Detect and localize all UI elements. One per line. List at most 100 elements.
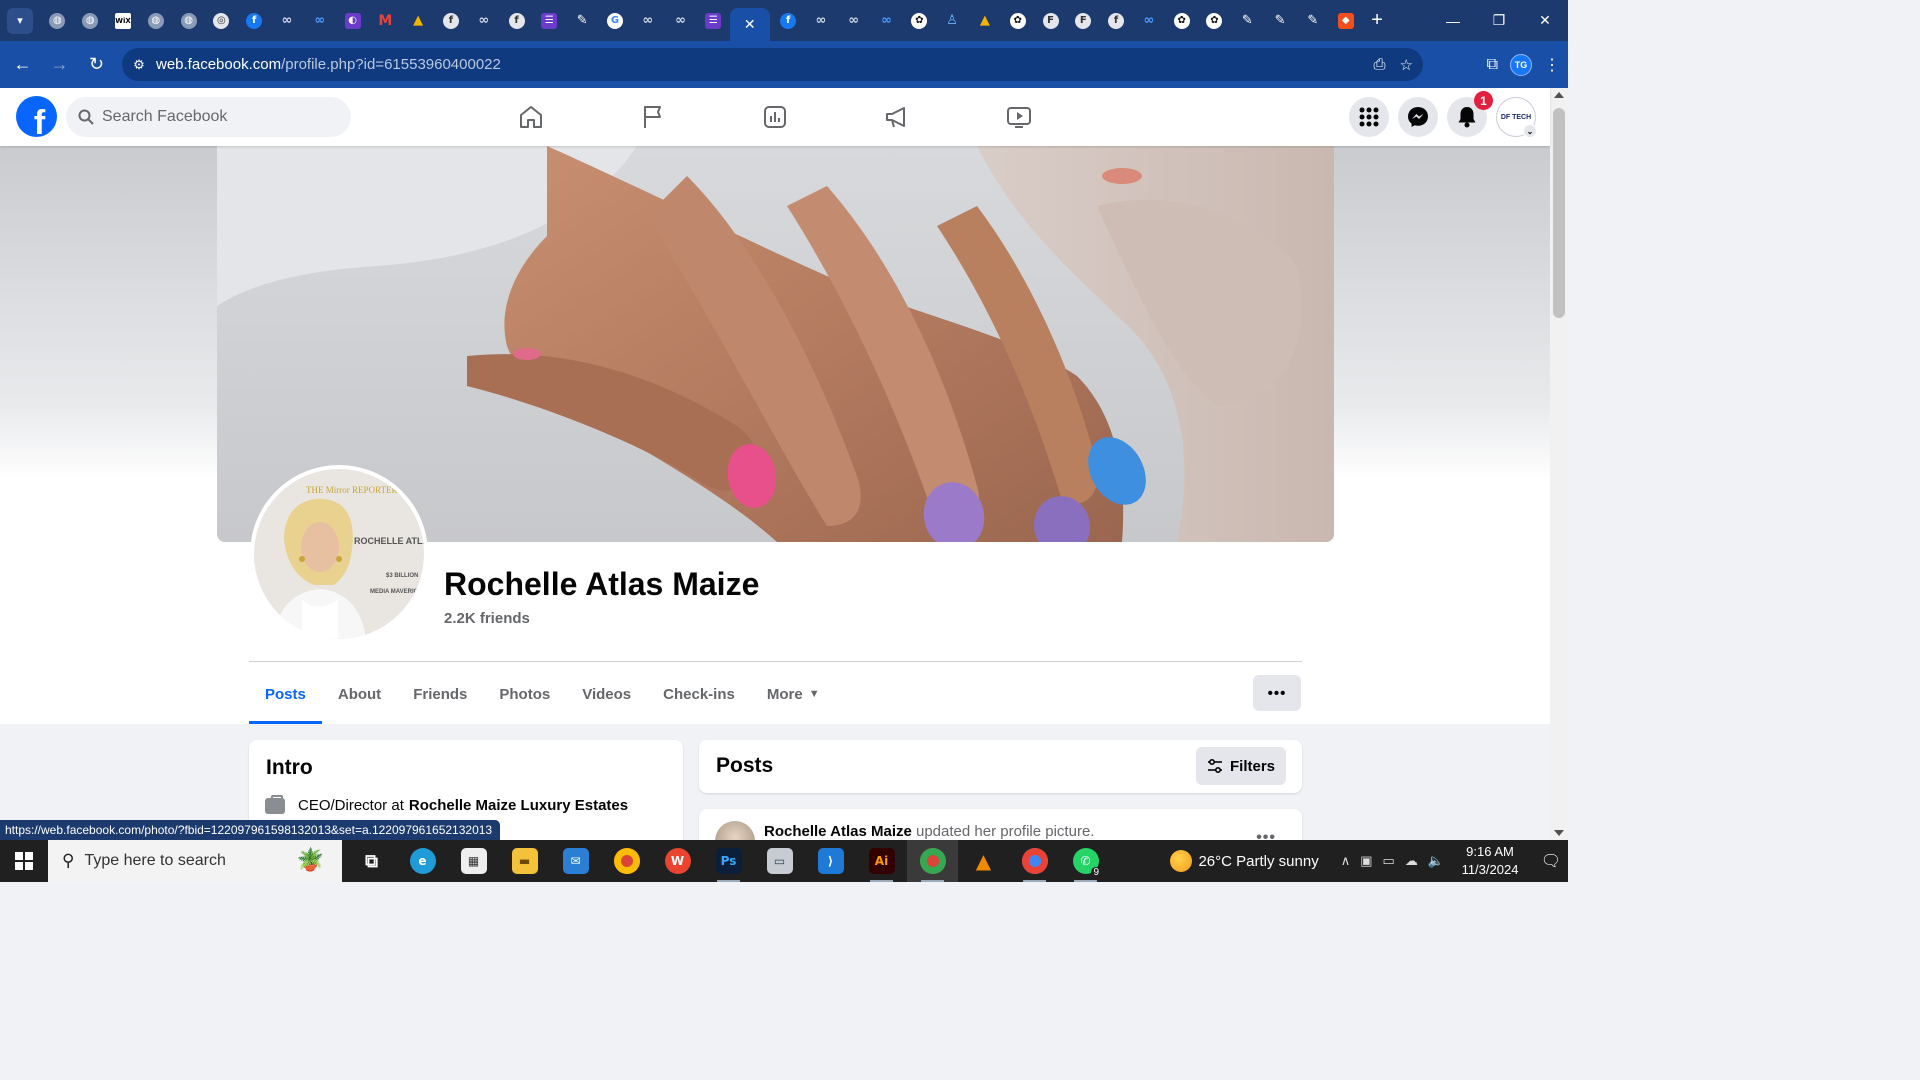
browser-tab-6[interactable]: f bbox=[238, 0, 271, 41]
browser-tab-19[interactable]: ∞ bbox=[664, 0, 697, 41]
browser-tab-right-8[interactable]: F bbox=[1034, 0, 1067, 41]
taskbar-chrome[interactable] bbox=[601, 840, 652, 882]
scroll-down-arrow-icon[interactable] bbox=[1554, 830, 1564, 836]
browser-tab-20[interactable]: ☰ bbox=[697, 0, 730, 41]
browser-tab-15[interactable]: ☰ bbox=[533, 0, 566, 41]
browser-tab-18[interactable]: ∞ bbox=[631, 0, 664, 41]
browser-tab-11[interactable]: ▲ bbox=[402, 0, 435, 41]
browser-tab-12[interactable]: f bbox=[435, 0, 468, 41]
browser-tab-16[interactable]: ✎ bbox=[566, 0, 599, 41]
tab-search-chevron-icon[interactable]: ▾ bbox=[7, 7, 33, 34]
taskbar-vscode[interactable]: ⟩ bbox=[805, 840, 856, 882]
start-button[interactable] bbox=[0, 840, 48, 882]
filters-button[interactable]: Filters bbox=[1196, 747, 1286, 785]
taskbar-explorer[interactable]: ▬ bbox=[499, 840, 550, 882]
browser-tab-right-11[interactable]: ∞ bbox=[1133, 0, 1166, 41]
chevron-down-icon[interactable]: ⌄ bbox=[1523, 124, 1537, 138]
taskbar-app-window[interactable]: ▭ bbox=[754, 840, 805, 882]
taskbar-chrome-profile[interactable] bbox=[907, 840, 958, 882]
taskbar-vlc[interactable]: ▲ bbox=[958, 840, 1009, 882]
notification-center-icon[interactable]: 🗨 bbox=[1534, 851, 1568, 871]
browser-tab-right-4[interactable]: ✿ bbox=[903, 0, 936, 41]
meet-icon[interactable]: ▣ bbox=[1360, 853, 1372, 869]
account-avatar[interactable]: DF TECH ⌄ bbox=[1496, 97, 1537, 138]
browser-tab-0[interactable]: ◍ bbox=[41, 0, 74, 41]
tab-friends[interactable]: Friends bbox=[397, 664, 483, 724]
close-icon[interactable]: ✕ bbox=[744, 16, 756, 33]
browser-tab-17[interactable]: G bbox=[599, 0, 632, 41]
tab-more[interactable]: More ▼ bbox=[751, 664, 836, 724]
browser-tab-right-14[interactable]: ✎ bbox=[1231, 0, 1264, 41]
new-tab-button[interactable]: + bbox=[1362, 9, 1392, 32]
tab-photos[interactable]: Photos bbox=[483, 664, 566, 724]
browser-tab-right-5[interactable]: ♙ bbox=[936, 0, 969, 41]
battery-icon[interactable]: ▭ bbox=[1383, 853, 1395, 869]
browser-tab-right-1[interactable]: ∞ bbox=[805, 0, 838, 41]
browser-tab-13[interactable]: ∞ bbox=[467, 0, 500, 41]
browser-tab-4[interactable]: ◍ bbox=[172, 0, 205, 41]
nav-pages[interactable] bbox=[592, 88, 714, 146]
browser-tab-7[interactable]: ∞ bbox=[271, 0, 304, 41]
nav-ads[interactable] bbox=[836, 88, 958, 146]
menu-button[interactable] bbox=[1349, 97, 1389, 137]
browser-tab-right-0[interactable]: f bbox=[772, 0, 805, 41]
browser-profile-avatar[interactable]: TG bbox=[1510, 53, 1532, 76]
taskbar-search[interactable]: ⚲ Type here to search 🪴 bbox=[48, 840, 342, 882]
scroll-up-arrow-icon[interactable] bbox=[1554, 92, 1564, 98]
cloud-icon[interactable]: ☁ bbox=[1405, 853, 1418, 869]
browser-tab-3[interactable]: ◍ bbox=[139, 0, 172, 41]
browser-tab-right-16[interactable]: ✎ bbox=[1296, 0, 1329, 41]
taskbar-chrome-n[interactable] bbox=[1009, 840, 1060, 882]
scrollbar-thumb[interactable] bbox=[1553, 108, 1565, 318]
back-button[interactable]: ← bbox=[4, 47, 41, 83]
browser-tab-14[interactable]: f bbox=[500, 0, 533, 41]
browser-tab-right-7[interactable]: ✿ bbox=[1001, 0, 1034, 41]
post-author-link[interactable]: Rochelle Atlas Maize bbox=[764, 823, 912, 840]
tab-about[interactable]: About bbox=[322, 664, 397, 724]
messenger-button[interactable] bbox=[1398, 97, 1438, 137]
browser-tab-8[interactable]: ∞ bbox=[303, 0, 336, 41]
browser-tab-right-9[interactable]: F bbox=[1067, 0, 1100, 41]
minimize-button[interactable]: — bbox=[1430, 0, 1476, 41]
browser-tab-right-17[interactable]: ◆ bbox=[1329, 0, 1362, 41]
taskbar-edge[interactable]: e bbox=[397, 840, 448, 882]
browser-tab-right-3[interactable]: ∞ bbox=[870, 0, 903, 41]
browser-menu-icon[interactable]: ⋮ bbox=[1544, 55, 1560, 75]
volume-icon[interactable]: 🔈 bbox=[1428, 853, 1444, 869]
taskbar-mail[interactable]: ✉ bbox=[550, 840, 601, 882]
notifications-button[interactable]: 1 bbox=[1447, 91, 1493, 137]
address-bar[interactable]: ⚙ web.facebook.com/profile.php?id=615539… bbox=[122, 48, 1423, 81]
forward-button[interactable]: → bbox=[41, 47, 78, 83]
browser-tab-9[interactable]: ◐ bbox=[336, 0, 369, 41]
taskbar-wps[interactable]: W bbox=[652, 840, 703, 882]
chevron-up-icon[interactable]: ∧ bbox=[1341, 853, 1351, 869]
browser-tab-right-15[interactable]: ✎ bbox=[1264, 0, 1297, 41]
reload-button[interactable]: ↻ bbox=[78, 47, 115, 83]
page-scrollbar[interactable] bbox=[1550, 88, 1568, 840]
browser-tab-right-12[interactable]: ✿ bbox=[1165, 0, 1198, 41]
profile-options-button[interactable]: ••• bbox=[1253, 675, 1301, 711]
browser-tab-1[interactable]: ◍ bbox=[74, 0, 107, 41]
friends-count[interactable]: 2.2K friends bbox=[444, 610, 530, 627]
browser-tab-right-13[interactable]: ✿ bbox=[1198, 0, 1231, 41]
intro-company-link[interactable]: Rochelle Maize Luxury Estates bbox=[409, 797, 628, 814]
tab-videos[interactable]: Videos bbox=[566, 664, 647, 724]
tab-check-ins[interactable]: Check-ins bbox=[647, 664, 751, 724]
browser-tab-right-2[interactable]: ∞ bbox=[837, 0, 870, 41]
nav-home[interactable] bbox=[470, 88, 592, 146]
url-text[interactable]: web.facebook.com/profile.php?id=61553960… bbox=[156, 56, 501, 73]
browser-tab-right-6[interactable]: ▲ bbox=[969, 0, 1002, 41]
task-view-button[interactable]: ⧉ bbox=[346, 840, 397, 882]
facebook-logo[interactable]: f bbox=[16, 96, 57, 137]
browser-tab-10[interactable]: M bbox=[369, 0, 402, 41]
extensions-icon[interactable]: ⧉ bbox=[1487, 56, 1498, 74]
install-app-icon[interactable]: ⎙ bbox=[1374, 56, 1386, 73]
nav-video[interactable] bbox=[958, 88, 1080, 146]
restore-button[interactable]: ❐ bbox=[1476, 0, 1522, 41]
site-info-icon[interactable]: ⚙ bbox=[122, 57, 156, 73]
taskbar-illustrator[interactable]: Ai bbox=[856, 840, 907, 882]
taskbar-photoshop[interactable]: Ps bbox=[703, 840, 754, 882]
taskbar-store[interactable]: ▦ bbox=[448, 840, 499, 882]
weather-widget[interactable]: 26°C Partly sunny bbox=[1170, 850, 1319, 872]
active-tab-close-button[interactable]: ✕ bbox=[729, 8, 770, 41]
